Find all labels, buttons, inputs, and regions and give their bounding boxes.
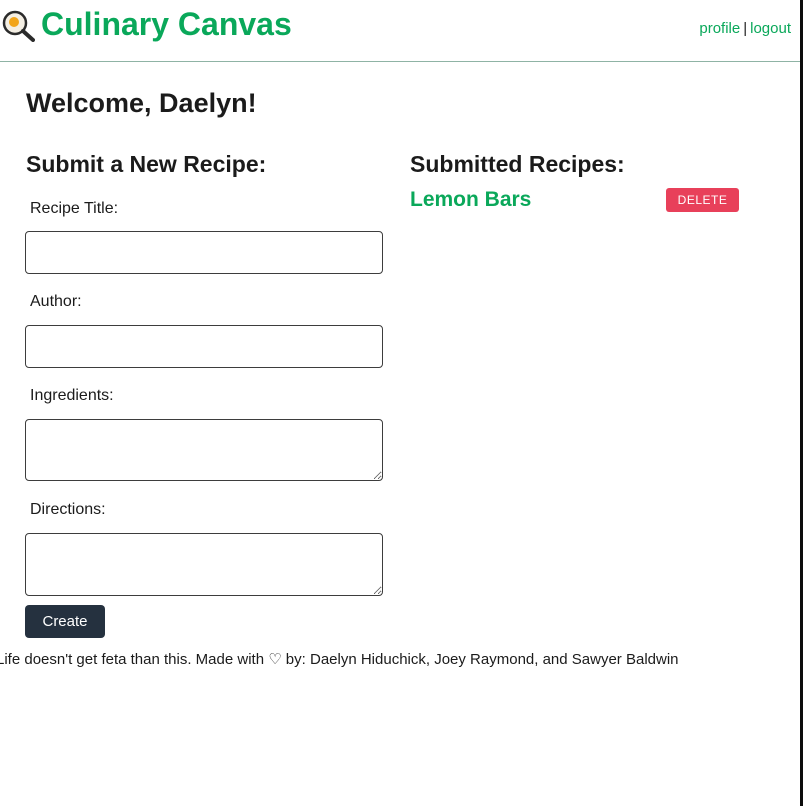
- logout-link[interactable]: logout: [750, 20, 791, 37]
- recipe-link[interactable]: Lemon Bars: [410, 188, 531, 212]
- ingredients-label: Ingredients:: [30, 387, 114, 404]
- profile-link[interactable]: profile: [699, 20, 740, 37]
- submit-recipe-heading: Submit a New Recipe:: [26, 151, 267, 177]
- author-label: Author:: [30, 293, 82, 310]
- recipe-title-label: Recipe Title:: [30, 200, 119, 217]
- author-input[interactable]: [25, 325, 383, 368]
- recipe-list-item: Lemon Bars DELETE: [410, 186, 740, 216]
- top-nav-bar: Culinary Canvas profile | logout: [0, 0, 803, 62]
- recipe-title-input[interactable]: [25, 231, 383, 274]
- submitted-recipes-heading: Submitted Recipes:: [410, 151, 625, 177]
- directions-label: Directions:: [30, 501, 106, 518]
- ingredients-textarea[interactable]: [25, 419, 383, 481]
- site-title[interactable]: Culinary Canvas: [41, 6, 292, 43]
- welcome-heading: Welcome, Daelyn!: [26, 88, 257, 118]
- delete-recipe-button[interactable]: DELETE: [666, 188, 739, 212]
- footer-credits: Life doesn't get feta than this. Made wi…: [0, 651, 679, 668]
- nav-separator: |: [743, 20, 748, 37]
- user-nav: profile | logout: [699, 20, 791, 37]
- magnifying-glass-egg-icon: [2, 10, 35, 42]
- directions-textarea[interactable]: [25, 533, 383, 596]
- create-button[interactable]: Create: [25, 605, 105, 638]
